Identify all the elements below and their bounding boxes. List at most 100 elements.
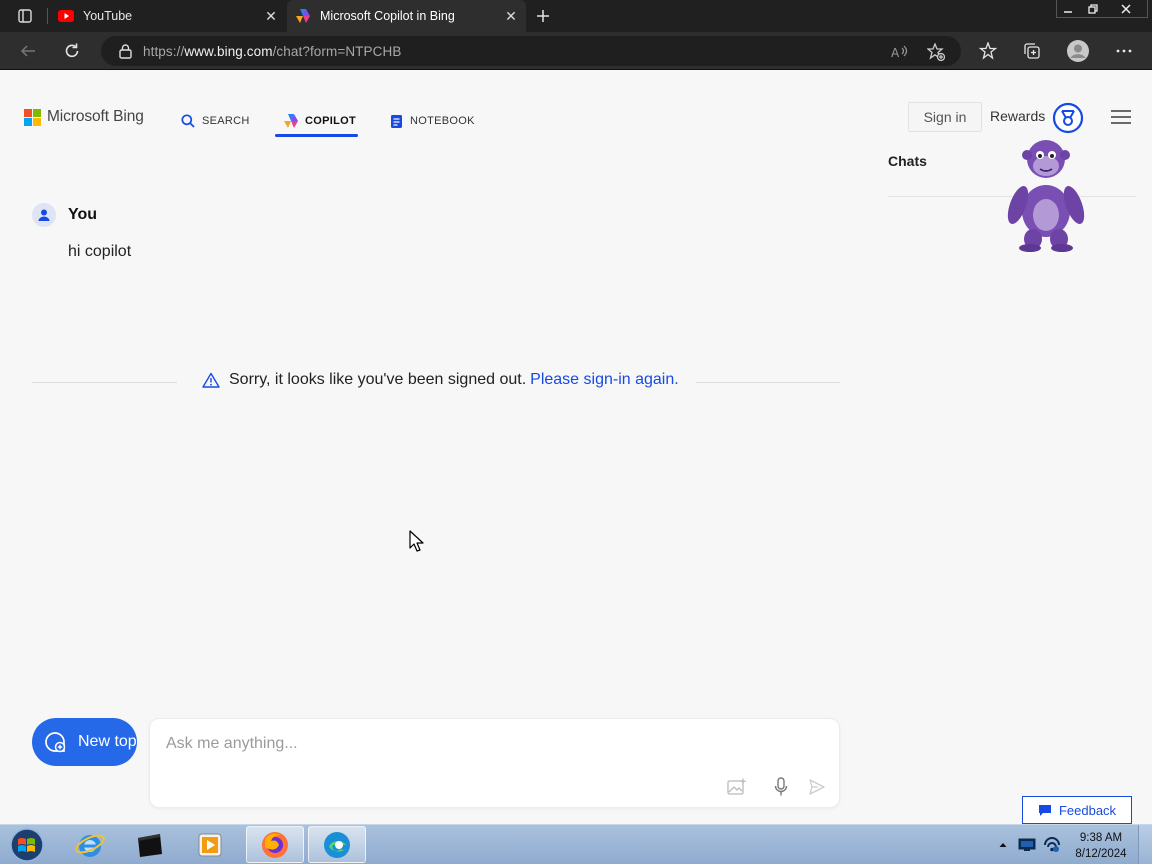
url-scheme: https:// <box>143 43 185 59</box>
clock-date: 8/12/2024 <box>1075 848 1127 860</box>
signed-out-notice: Sorry, it looks like you've been signed … <box>202 371 679 389</box>
user-message-header: You <box>32 203 97 227</box>
nav-tab-label: NOTEBOOK <box>410 115 475 127</box>
feedback-label: Feedback <box>1058 802 1117 818</box>
restore-button[interactable] <box>1082 0 1104 18</box>
edge-icon <box>324 831 350 858</box>
tray-display-icon[interactable] <box>1016 825 1038 864</box>
logo-text: Microsoft Bing <box>47 108 144 125</box>
arrow-left-icon <box>20 45 35 57</box>
collections-button[interactable] <box>1020 39 1044 63</box>
show-desktop-button[interactable] <box>1138 825 1152 864</box>
taskbar-terminal[interactable] <box>121 826 179 863</box>
url-text: https://www.bing.com/chat?form=NTPCHB <box>143 44 401 59</box>
chat-input-placeholder: Ask me anything... <box>166 735 298 752</box>
refresh-icon <box>65 43 79 58</box>
sign-in-button[interactable]: Sign in <box>908 102 982 132</box>
show-hidden-icons-button[interactable] <box>996 825 1010 864</box>
nav-tab-search[interactable]: SEARCH <box>180 105 250 137</box>
taskbar: 9:38 AM 8/12/2024 <box>0 824 1152 864</box>
tab-title: YouTube <box>83 9 133 23</box>
url-path: /chat?form=NTPCHB <box>272 43 402 59</box>
user-avatar-icon <box>32 203 56 227</box>
warning-icon <box>202 371 220 389</box>
nav-tab-label: SEARCH <box>202 115 250 127</box>
nav-tab-copilot[interactable]: COPILOT <box>283 105 356 137</box>
lock-icon[interactable] <box>117 43 133 59</box>
tab-actions-button[interactable] <box>8 5 42 27</box>
feedback-icon <box>1038 803 1052 817</box>
tab-youtube[interactable]: YouTube ✕ <box>50 0 286 32</box>
favorites-icon <box>979 42 997 60</box>
notice-divider-left <box>32 382 177 383</box>
purple-gorilla-assistant[interactable] <box>1000 135 1092 253</box>
firefox-icon <box>262 831 288 858</box>
image-upload-icon[interactable] <box>726 776 748 798</box>
notice-divider-right <box>696 382 840 383</box>
feedback-button[interactable]: Feedback <box>1022 796 1132 824</box>
bing-page: Microsoft Bing SEARCH COPILOT NOTEBOOK S… <box>0 71 1152 824</box>
collections-icon <box>1024 43 1040 59</box>
profile-avatar-icon <box>1067 40 1089 62</box>
notice-text: Sorry, it looks like you've been signed … <box>229 371 527 388</box>
nav-tab-notebook[interactable]: NOTEBOOK <box>388 105 475 137</box>
read-aloud-icon[interactable]: A <box>891 43 909 61</box>
start-button[interactable] <box>5 827 49 863</box>
close-window-button[interactable] <box>1106 0 1146 18</box>
tab-actions-icon <box>18 9 32 23</box>
send-icon[interactable] <box>806 776 828 798</box>
internet-explorer-icon <box>75 834 105 857</box>
rewards-label[interactable]: Rewards <box>990 108 1045 124</box>
close-icon <box>1121 4 1131 14</box>
user-name: You <box>68 206 98 223</box>
taskbar-media-player[interactable] <box>181 826 239 863</box>
user-message-text: hi copilot <box>68 243 132 260</box>
tray-network-icon[interactable] <box>1041 825 1063 864</box>
tab-title: Microsoft Copilot in Bing <box>320 9 455 23</box>
windows-start-orb-icon <box>10 828 44 862</box>
chat-input-box[interactable]: Ask me anything... <box>149 718 840 808</box>
refresh-button[interactable] <box>59 39 85 63</box>
taskbar-clock[interactable]: 9:38 AM 8/12/2024 <box>1066 830 1136 862</box>
bing-logo[interactable]: Microsoft Bing <box>24 108 144 126</box>
copilot-icon <box>295 8 311 24</box>
media-player-icon <box>198 833 222 856</box>
more-icon <box>1116 49 1132 53</box>
clock-time: 9:38 AM <box>1079 832 1123 844</box>
rewards-medal-icon[interactable] <box>1052 102 1084 134</box>
menu-icon[interactable] <box>1110 108 1132 126</box>
microsoft-logo-icon <box>24 108 41 126</box>
tab-copilot[interactable]: Microsoft Copilot in Bing ✕ <box>287 0 526 32</box>
youtube-icon <box>58 8 74 24</box>
profile-button[interactable] <box>1066 39 1090 63</box>
taskbar-firefox[interactable] <box>246 826 304 863</box>
search-icon <box>180 113 196 129</box>
url-host: www.bing.com <box>184 43 273 59</box>
terminal-icon <box>138 833 162 857</box>
close-tab-icon[interactable]: ✕ <box>500 5 522 27</box>
mouse-pointer-icon <box>409 530 424 552</box>
copilot-icon <box>283 113 299 129</box>
address-toolbar: https://www.bing.com/chat?form=NTPCHB A <box>0 32 1152 70</box>
new-topic-button[interactable]: New topic <box>32 718 137 766</box>
microphone-icon[interactable] <box>770 776 792 798</box>
back-button[interactable] <box>15 39 41 63</box>
taskbar-internet-explorer[interactable] <box>61 826 119 863</box>
notebook-icon <box>388 113 404 129</box>
favorites-button[interactable] <box>976 39 1000 63</box>
sign-in-again-link[interactable]: Please sign-in again. <box>530 371 679 389</box>
new-tab-button[interactable] <box>532 5 554 27</box>
minimize-button[interactable] <box>1057 0 1079 18</box>
address-field[interactable]: https://www.bing.com/chat?form=NTPCHB A <box>101 36 961 66</box>
add-favorite-icon[interactable] <box>927 43 945 61</box>
settings-more-button[interactable] <box>1112 39 1136 63</box>
restore-icon <box>1088 4 1098 14</box>
tab-bar: YouTube ✕ Microsoft Copilot in Bing ✕ <box>0 0 1152 32</box>
taskbar-edge[interactable] <box>308 826 366 863</box>
new-topic-label: New topic <box>78 733 137 750</box>
active-tab-indicator <box>275 134 358 137</box>
chevron-up-icon <box>999 843 1007 847</box>
new-chat-icon <box>44 730 66 754</box>
tab-separator <box>47 8 48 24</box>
close-tab-icon[interactable]: ✕ <box>260 5 282 27</box>
